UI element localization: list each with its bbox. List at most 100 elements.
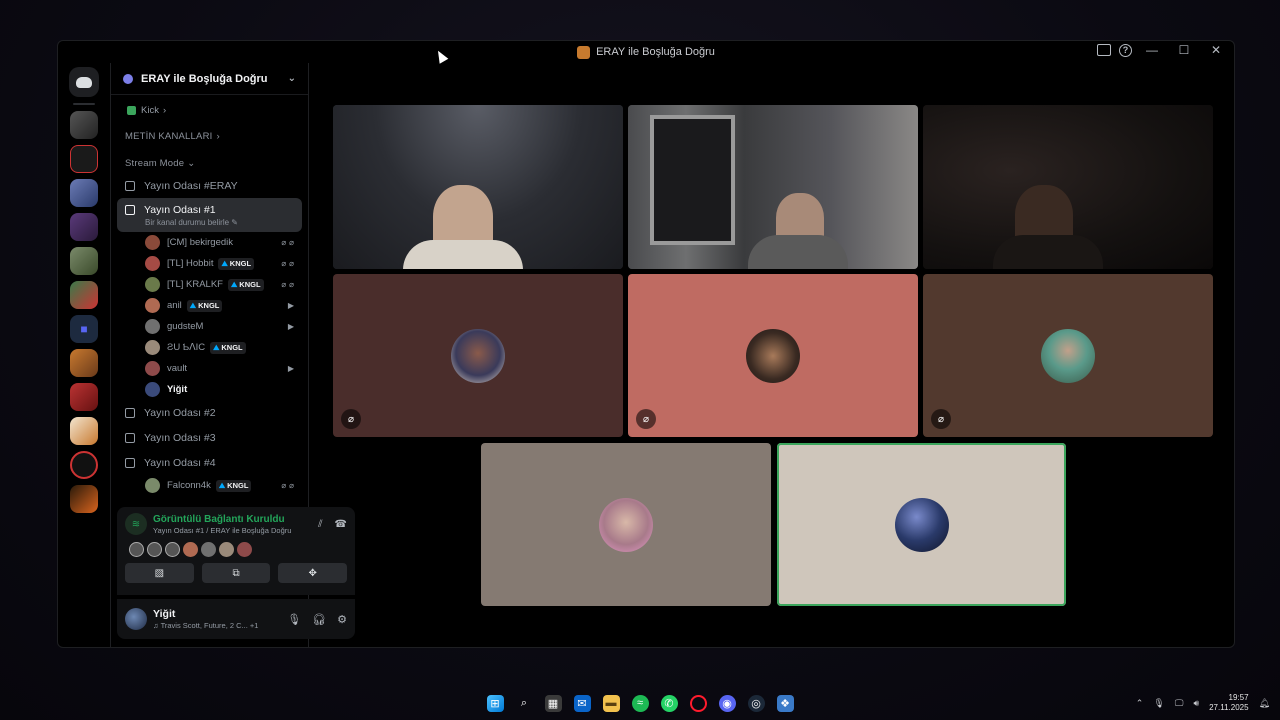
avatar — [145, 340, 160, 355]
voice-user[interactable]: anil ⛰ KNGL ▶ — [117, 295, 302, 316]
voice-user[interactable]: Yiğit — [117, 379, 302, 400]
category-stream-mode[interactable]: Stream Mode ⌄ — [117, 153, 302, 173]
voice-channel[interactable]: Yayın Odası #2 — [117, 400, 302, 425]
clan-tag-icon: ⛰ — [230, 279, 238, 289]
outlook-icon[interactable]: ✉ — [573, 694, 591, 712]
avatar — [145, 298, 160, 313]
inbox-icon[interactable] — [1097, 44, 1111, 56]
app-icon[interactable]: ❖ — [776, 694, 794, 712]
voice-user-name: vault — [167, 363, 188, 374]
participant-tile[interactable]: ⌀ — [923, 274, 1213, 437]
whatsapp-icon[interactable]: ✆ — [660, 694, 678, 712]
channel-name: Yayın Odası #2 — [144, 406, 216, 419]
mute-deafen-icon: ⌀⌀ — [281, 481, 297, 490]
chevron-up-icon[interactable]: ⌃ — [1136, 698, 1144, 709]
username[interactable]: Yiğit — [153, 608, 258, 620]
channel-sidebar: ERAY ile Boşluğa Doğru ⌄ Kick › METİN KA… — [110, 63, 355, 647]
server-icon[interactable] — [70, 179, 98, 207]
discord-icon[interactable]: ◉ — [718, 694, 736, 712]
category-text-channels[interactable]: METİN KANALLARI › — [117, 126, 302, 146]
voice-user[interactable]: Falconn4k ⛰ KNGL ⌀⌀ — [117, 475, 302, 496]
participant-tile[interactable]: ⌀ — [628, 274, 918, 437]
spotify-icon[interactable]: ≈ — [631, 694, 649, 712]
voice-user-name: [TL] KRALKF — [167, 279, 223, 290]
channel-status[interactable]: Bir kanal durumu belirle ✎ — [125, 218, 238, 227]
window-title: ERAY ile Boşluğa Doğru — [577, 45, 715, 59]
participant-tile-speaking[interactable] — [777, 443, 1066, 606]
avatar — [1041, 328, 1095, 383]
server-icon[interactable] — [70, 111, 98, 139]
category-label: Stream Mode — [125, 157, 185, 169]
guild-header[interactable]: ERAY ile Boşluğa Doğru ⌄ — [111, 63, 308, 95]
server-icon[interactable] — [70, 383, 98, 411]
folder-icon[interactable]: ■ — [70, 315, 98, 343]
voice-user[interactable]: ƧU ƄꓥIC ⛰ KNGL — [117, 337, 302, 358]
server-icon[interactable] — [70, 417, 98, 445]
avatar — [599, 497, 653, 552]
opera-icon[interactable] — [689, 694, 707, 712]
help-icon[interactable]: ? — [1119, 43, 1132, 57]
avatar — [145, 478, 160, 493]
server-icon[interactable] — [70, 247, 98, 275]
server-icon[interactable] — [70, 281, 98, 309]
clan-tag-icon: ⛰ — [189, 300, 197, 310]
voice-user-list: Falconn4k ⛰ KNGL ⌀⌀ — [117, 475, 302, 496]
network-icon[interactable]: 🖵 — [1175, 698, 1184, 709]
server-icon[interactable] — [70, 213, 98, 241]
server-icon[interactable] — [70, 451, 98, 479]
chevron-down-icon: ⌄ — [187, 157, 196, 169]
chevron-right-icon: › — [216, 130, 220, 142]
voice-user[interactable]: gudsteM ▶ — [117, 316, 302, 337]
clan-tag: ⛰ KNGL — [218, 257, 255, 270]
steam-icon[interactable]: ◎ — [747, 694, 765, 712]
search-icon[interactable]: ⌕ — [516, 695, 533, 712]
channel-list: Kick › METİN KANALLARI › Stream Mode ⌄ Y… — [111, 95, 308, 500]
close-button[interactable]: ✕ — [1204, 43, 1228, 57]
voice-user-list: [CM] bekirgedik ⌀⌀ [TL] Hobbit ⛰ KNGL ⌀⌀ [TL] … — [117, 232, 302, 400]
microphone-icon[interactable]: 🎙︎ — [287, 613, 301, 626]
participant-tile[interactable] — [481, 443, 771, 606]
channel-kick[interactable]: Kick › — [117, 101, 302, 119]
notification-icon[interactable]: 🔔︎ — [1259, 698, 1270, 709]
volume-icon[interactable]: 🔊︎ — [1193, 698, 1199, 709]
video-tile[interactable] — [628, 105, 918, 269]
voice-user-name: [TL] Hobbit — [167, 258, 214, 269]
video-tile[interactable] — [923, 105, 1213, 269]
clan-tag-icon: ⛰ — [213, 342, 220, 352]
camera-icon: ▶ — [287, 322, 297, 331]
voice-user[interactable]: [CM] bekirgedik ⌀⌀ — [117, 232, 302, 253]
windows-start-icon[interactable]: ⊞ — [486, 694, 504, 712]
voice-channel[interactable]: Yayın Odası #4 — [117, 450, 302, 475]
server-icon[interactable] — [70, 145, 98, 173]
avatar[interactable] — [125, 608, 147, 630]
clock[interactable]: 19:57 27.11.2025 — [1209, 693, 1248, 713]
camera-off-button[interactable]: ▧ — [125, 563, 194, 583]
voice-channel[interactable]: Yayın Odası #3 — [117, 425, 302, 450]
clan-tag-icon: ⛰ — [221, 258, 228, 268]
server-emoji-icon — [577, 45, 591, 59]
store-icon[interactable]: ▦ — [544, 694, 562, 712]
voice-user-name: gudsteM — [167, 321, 204, 332]
voice-channel-active[interactable]: Yayın Odası #1 Bir kanal durumu belirle … — [117, 198, 302, 232]
clock-time: 19:57 — [1228, 693, 1249, 702]
voice-user[interactable]: vault ▶ — [117, 358, 302, 379]
voice-channel[interactable]: Yayın Odası #ERAY — [117, 173, 302, 198]
mute-deafen-icon: ⌀⌀ — [281, 238, 297, 247]
microphone-icon[interactable]: 🎙︎ — [1153, 698, 1164, 709]
participant-tile[interactable]: ⌀ — [333, 274, 623, 437]
screen-share-button[interactable]: ⧉ — [201, 563, 271, 583]
voice-status-subtitle: Yayın Odası #1 / ERAY ile Boşluğa Doğru — [153, 525, 292, 535]
clock-date: 27.11.2025 — [1209, 703, 1249, 712]
minimize-button[interactable]: — — [1140, 43, 1164, 57]
server-icon[interactable] — [70, 485, 98, 513]
maximize-button[interactable]: ☐ — [1172, 43, 1196, 57]
file-explorer-icon[interactable]: ▬ — [602, 694, 620, 712]
video-tile[interactable] — [333, 105, 623, 269]
clan-tag-label: KNGL — [221, 342, 243, 352]
voice-user[interactable]: [TL] Hobbit ⛰ KNGL ⌀⌀ — [117, 253, 302, 274]
voice-user[interactable]: [TL] KRALKF ⛰ KNGL ⌀⌀ — [117, 274, 302, 295]
discord-home-icon[interactable] — [69, 67, 99, 97]
avatar — [145, 361, 160, 376]
server-icon[interactable] — [70, 349, 98, 377]
signal-icon[interactable]: ≋ — [125, 513, 147, 535]
